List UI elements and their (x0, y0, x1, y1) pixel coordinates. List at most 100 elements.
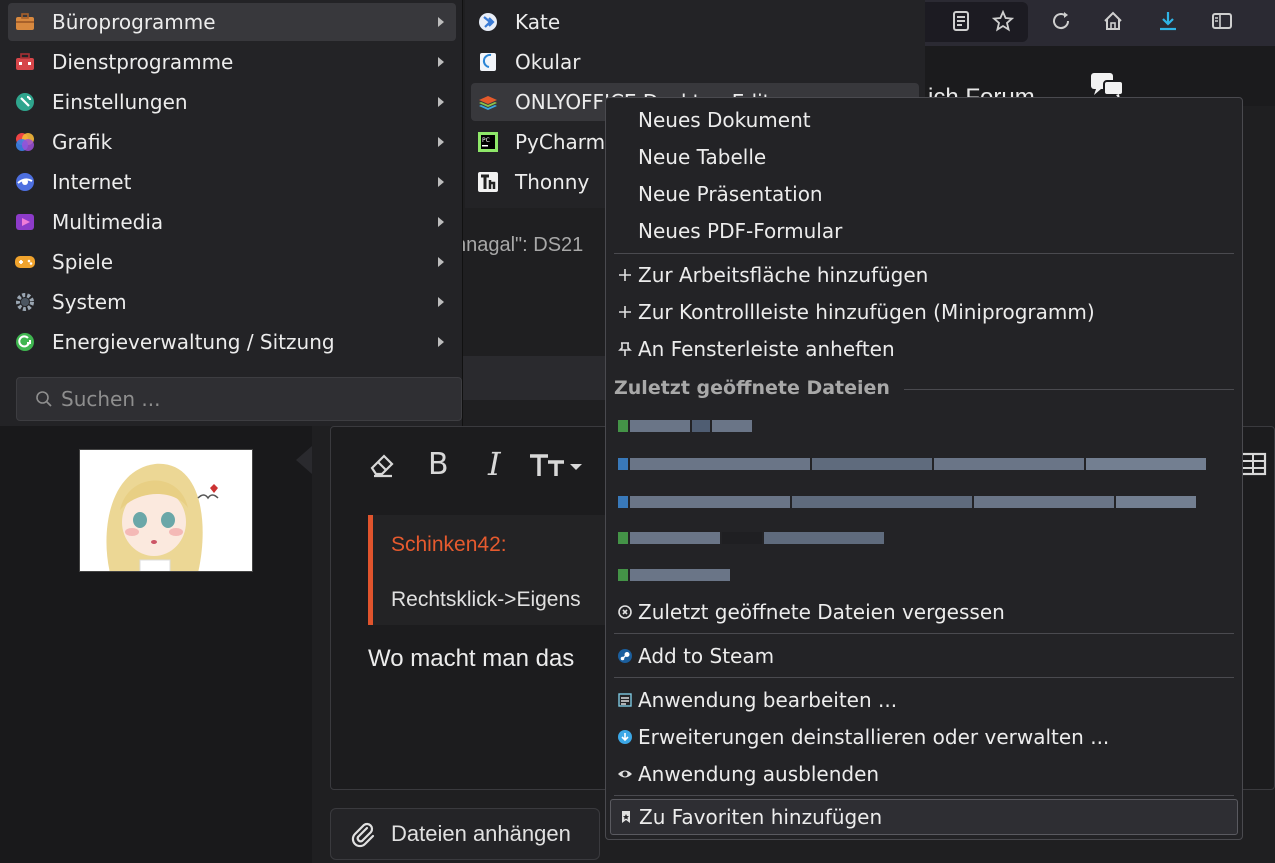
onlyoffice-icon (477, 91, 499, 113)
app-context-menu: Neues Dokument Neue Tabelle Neue Präsent… (605, 97, 1243, 840)
menu-item-label: Erweiterungen deinstallieren oder verwal… (638, 725, 1110, 749)
quote-snippet: nnagal": DS21 (455, 234, 584, 256)
category-label: Grafik (52, 130, 113, 154)
menu-item-label: Zuletzt geöffnete Dateien vergessen (638, 600, 1005, 624)
chevron-right-icon (438, 97, 444, 107)
menu-item-label: Neues Dokument (638, 108, 811, 132)
category-internet[interactable]: Internet (8, 163, 456, 201)
category-label: Internet (52, 170, 132, 194)
forget-recent-files-item[interactable]: Zuletzt geöffnete Dateien vergessen (610, 594, 1238, 630)
menu-search[interactable] (16, 377, 462, 421)
clear-history-icon (616, 603, 634, 621)
recent-file-item[interactable] (618, 567, 732, 583)
settings-wrench-icon (14, 91, 36, 113)
edit-application-item[interactable]: Anwendung bearbeiten ... (610, 682, 1238, 718)
pin-icon (616, 340, 634, 358)
attach-files-button[interactable]: Dateien anhängen (330, 808, 600, 860)
post-text[interactable]: Wo macht man das (368, 645, 574, 673)
menu-item-label: Zu Favoriten hinzufügen (639, 805, 883, 829)
chevron-right-icon (438, 297, 444, 307)
quote-body: Rechtsklick->Eigens (391, 588, 581, 611)
search-input[interactable] (61, 387, 441, 411)
category-dienstprogramme[interactable]: Dienstprogramme (8, 43, 456, 81)
kate-icon (477, 11, 499, 33)
pycharm-icon: PC (477, 131, 499, 153)
category-label: Multimedia (52, 210, 164, 234)
menu-separator (614, 677, 1234, 678)
system-gear-icon (14, 291, 36, 313)
category-label: Energieverwaltung / Sitzung (52, 330, 335, 354)
new-presentation-item[interactable]: Neue Präsentation (610, 176, 1238, 212)
manage-extensions-item[interactable]: Erweiterungen deinstallieren oder verwal… (610, 719, 1238, 755)
category-einstellungen[interactable]: Einstellungen (8, 83, 456, 121)
eraser-icon[interactable] (365, 446, 399, 482)
post-pointer (296, 446, 312, 474)
category-label: Spiele (52, 250, 114, 274)
add-to-panel-item[interactable]: Zur Kontrollleiste hinzufügen (Miniprogr… (610, 294, 1238, 330)
pin-to-taskbar-item[interactable]: An Fensterleiste anheften (610, 331, 1238, 367)
category-energieverwaltung[interactable]: Energieverwaltung / Sitzung (8, 323, 456, 361)
new-spreadsheet-item[interactable]: Neue Tabelle (610, 139, 1238, 175)
add-to-favorites-item[interactable]: Zu Favoriten hinzufügen (610, 799, 1238, 835)
category-label: Büroprogramme (52, 10, 216, 34)
category-label: System (52, 290, 127, 314)
chevron-right-icon (438, 217, 444, 227)
paperclip-icon (351, 822, 375, 848)
hide-application-item[interactable]: Anwendung ausblenden (610, 756, 1238, 792)
menu-editor-icon (616, 691, 634, 709)
chevron-right-icon (438, 177, 444, 187)
text-size-icon[interactable] (528, 446, 586, 482)
category-system[interactable]: System (8, 283, 456, 321)
add-to-desktop-item[interactable]: Zur Arbeitsfläche hinzufügen (610, 257, 1238, 293)
application-menu: Büroprogramme Dienstprogramme Einstellun… (0, 0, 463, 426)
eye-icon (616, 765, 634, 783)
category-label: Einstellungen (52, 90, 188, 114)
new-document-item[interactable]: Neues Dokument (610, 102, 1238, 138)
app-label: Okular (515, 50, 581, 74)
recent-file-item[interactable] (618, 494, 1198, 510)
menu-item-label: Neue Tabelle (638, 145, 767, 169)
multimedia-icon (14, 211, 36, 233)
reload-icon[interactable] (1046, 6, 1076, 36)
download-icon[interactable] (1153, 6, 1183, 36)
category-bueroprogramme[interactable]: Büroprogramme (8, 3, 456, 41)
menu-separator (614, 633, 1234, 634)
graphics-palette-icon (14, 131, 36, 153)
chevron-right-icon (438, 337, 444, 347)
install-download-icon (616, 728, 634, 746)
reader-view-icon[interactable] (946, 6, 976, 36)
new-pdf-form-item[interactable]: Neues PDF-Formular (610, 213, 1238, 249)
sidebar-toggle-icon[interactable] (1207, 6, 1237, 36)
bookmark-star-icon[interactable] (988, 6, 1018, 36)
power-session-icon (14, 331, 36, 353)
category-multimedia[interactable]: Multimedia (8, 203, 456, 241)
italic-icon[interactable]: I (488, 445, 501, 483)
gamepad-icon (14, 251, 36, 273)
menu-item-label: Zur Arbeitsfläche hinzufügen (638, 263, 929, 287)
search-icon (36, 391, 52, 407)
app-okular[interactable]: Okular (471, 43, 919, 81)
category-grafik[interactable]: Grafik (8, 123, 456, 161)
plus-icon (616, 303, 634, 321)
home-icon[interactable] (1098, 6, 1128, 36)
menu-item-label: Neue Präsentation (638, 182, 823, 206)
recent-files-heading: Zuletzt geöffnete Dateien (614, 377, 890, 399)
menu-item-label: An Fensterleiste anheften (638, 337, 895, 361)
category-spiele[interactable]: Spiele (8, 243, 456, 281)
app-kate[interactable]: Kate (471, 3, 919, 41)
add-to-steam-item[interactable]: Add to Steam (610, 638, 1238, 674)
menu-item-label: Anwendung ausblenden (638, 762, 880, 786)
recent-file-item[interactable] (618, 456, 1208, 472)
avatar (79, 449, 253, 572)
attach-files-label: Dateien anhängen (391, 821, 571, 846)
bookmark-icon (617, 808, 635, 826)
recent-file-item[interactable] (618, 530, 886, 546)
briefcase-icon (14, 11, 36, 33)
app-label: Thonny (515, 170, 590, 194)
recent-file-item[interactable] (618, 418, 754, 434)
svg-text:PC: PC (482, 137, 490, 144)
quote-author[interactable]: Schinken42: (391, 533, 507, 557)
menu-item-label: Neues PDF-Formular (638, 219, 843, 243)
chevron-right-icon (438, 137, 444, 147)
bold-icon[interactable]: B (428, 446, 449, 482)
